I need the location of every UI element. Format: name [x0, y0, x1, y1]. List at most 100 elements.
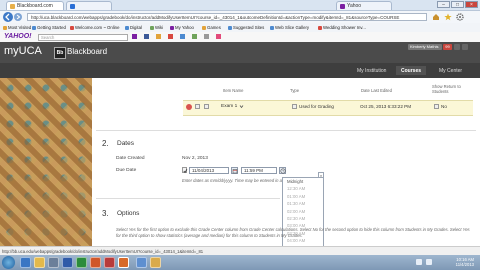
- column-header-show: Show Return to Students: [432, 84, 461, 94]
- due-date-input[interactable]: 11/04/2013: [189, 167, 229, 174]
- time-option[interactable]: 02:00 AM: [283, 208, 323, 215]
- tab-label: Yahoo: [347, 3, 362, 9]
- shopping-icon[interactable]: [216, 34, 221, 39]
- yahoo-toolbar-icons: [132, 34, 332, 41]
- bookmark-item[interactable]: My Yahoo: [170, 24, 194, 31]
- decorative-side-banner: [0, 78, 92, 258]
- page-icon: [32, 25, 36, 30]
- gear-icon[interactable]: [456, 13, 464, 21]
- favorites-star-icon[interactable]: [444, 13, 452, 21]
- flickr-icon[interactable]: [168, 34, 173, 39]
- page-icon: [202, 25, 206, 30]
- tab-courses[interactable]: Courses: [396, 66, 427, 75]
- media-player-icon[interactable]: [48, 257, 59, 268]
- clock-icon[interactable]: [279, 167, 286, 174]
- date-created-value: Nov 2, 2013: [182, 156, 208, 161]
- notification-badge[interactable]: 99: [443, 44, 452, 50]
- time-option[interactable]: 02:30 AM: [283, 215, 323, 222]
- status-bar: http://bb.uca.edu/webapps/gradebook/do/i…: [0, 246, 480, 255]
- close-window-button[interactable]: ×: [465, 1, 478, 8]
- checkmark-icon: [183, 168, 188, 174]
- word-icon[interactable]: [62, 257, 73, 268]
- user-menu[interactable]: Kimberly Mathis: [408, 44, 442, 50]
- date-created-label: Date Created: [116, 156, 145, 161]
- maximize-button[interactable]: □: [451, 1, 464, 8]
- time-option[interactable]: Midnight: [283, 178, 323, 185]
- powerpoint-icon[interactable]: [90, 257, 101, 268]
- bookmark-item[interactable]: Wiki: [150, 24, 163, 31]
- volume-icon[interactable]: [416, 259, 422, 265]
- ie-icon[interactable]: [20, 257, 31, 268]
- due-time-input[interactable]: 11:59 PM: [241, 167, 277, 174]
- column-header-date: Date Last Edited: [361, 88, 392, 93]
- forward-arrow-icon: [16, 14, 21, 20]
- due-date-checkbox[interactable]: [182, 167, 188, 174]
- site-name: myUCA: [4, 45, 42, 57]
- time-option[interactable]: 01:30 AM: [283, 200, 323, 207]
- bookmark-item[interactable]: Games: [202, 24, 221, 31]
- explorer-icon[interactable]: [150, 257, 161, 268]
- page-icon: [70, 25, 74, 30]
- time-dropdown-list[interactable]: Midnight 12:30 AM 01:00 AM 01:30 AM 02:0…: [282, 177, 324, 255]
- options-instructions: Select Yes for the first option to exclu…: [116, 227, 470, 238]
- close-icon[interactable]: ×: [318, 172, 324, 178]
- games-icon[interactable]: [204, 34, 209, 39]
- bookmark-item[interactable]: Wedding Shower Inv...: [318, 24, 366, 31]
- section-number: 3.: [102, 209, 109, 218]
- type-icon: [292, 104, 297, 109]
- settings-icon[interactable]: [454, 44, 460, 50]
- start-button[interactable]: [2, 256, 15, 269]
- bookmark-item[interactable]: Digital: [125, 24, 142, 31]
- firefox-icon[interactable]: [118, 257, 129, 268]
- network-icon[interactable]: [426, 259, 432, 265]
- yahoo-search-input[interactable]: Search: [38, 34, 128, 41]
- forward-button[interactable]: [14, 13, 22, 21]
- section-title-options: Options: [117, 210, 140, 217]
- home-icon[interactable]: [432, 13, 440, 21]
- blackboard-logo-icon: Bb: [54, 47, 66, 59]
- time-option[interactable]: 01:00 AM: [283, 193, 323, 200]
- bookmark-item[interactable]: Web Slice Gallery: [270, 24, 309, 31]
- bookmark-item[interactable]: Suggested Sites: [228, 24, 264, 31]
- back-arrow-icon: [5, 13, 10, 21]
- page-icon: [270, 25, 274, 30]
- news-icon[interactable]: [156, 34, 161, 39]
- finance-icon[interactable]: [192, 34, 197, 39]
- chevron-down-icon[interactable]: [239, 104, 244, 109]
- clock-date: 11/4/2013: [455, 262, 474, 267]
- tab-label: Blackboard.com: [17, 3, 53, 9]
- browser-tab-blackboard[interactable]: Blackboard.com: [6, 1, 64, 10]
- page-icon: [228, 25, 232, 30]
- url-field[interactable]: http://uca.blackboard.com/webapps/gradeb…: [27, 13, 427, 21]
- move-down-icon[interactable]: [204, 104, 209, 109]
- acrobat-icon[interactable]: [104, 257, 115, 268]
- time-option[interactable]: 12:30 AM: [283, 185, 323, 192]
- mail-icon[interactable]: [132, 34, 137, 39]
- tab-my-center[interactable]: My Center: [434, 66, 467, 75]
- item-show: No: [441, 104, 447, 109]
- bookmark-item[interactable]: Welcome.com ~ Online: [70, 24, 119, 31]
- show-icon: [434, 104, 439, 109]
- brand-name: Blackboard: [67, 47, 108, 56]
- chrome-icon[interactable]: [136, 257, 147, 268]
- browser-tab-2[interactable]: [66, 1, 112, 10]
- facebook-icon[interactable]: [144, 34, 149, 39]
- bookmark-item[interactable]: Most Visited: [3, 24, 31, 31]
- excel-icon[interactable]: [76, 257, 87, 268]
- section-divider: [96, 130, 476, 131]
- bookmark-item[interactable]: Getting Started: [32, 24, 66, 31]
- back-button[interactable]: [3, 12, 13, 22]
- move-up-icon[interactable]: [195, 104, 200, 109]
- power-icon[interactable]: [462, 44, 468, 50]
- minimize-button[interactable]: –: [437, 1, 450, 8]
- weather-icon[interactable]: [180, 34, 185, 39]
- item-date: Oct 25, 2013 6:33:22 PM: [360, 104, 412, 109]
- remove-icon[interactable]: [186, 104, 192, 110]
- tab-my-institution[interactable]: My Institution: [352, 66, 391, 75]
- due-date-label: Due Date: [116, 168, 137, 173]
- folder-icon[interactable]: [34, 257, 45, 268]
- page-icon: [318, 25, 322, 30]
- yahoo-logo: YAHOO!: [4, 33, 32, 40]
- browser-tab-yahoo[interactable]: Yahoo: [336, 1, 392, 10]
- calendar-icon[interactable]: [231, 167, 238, 174]
